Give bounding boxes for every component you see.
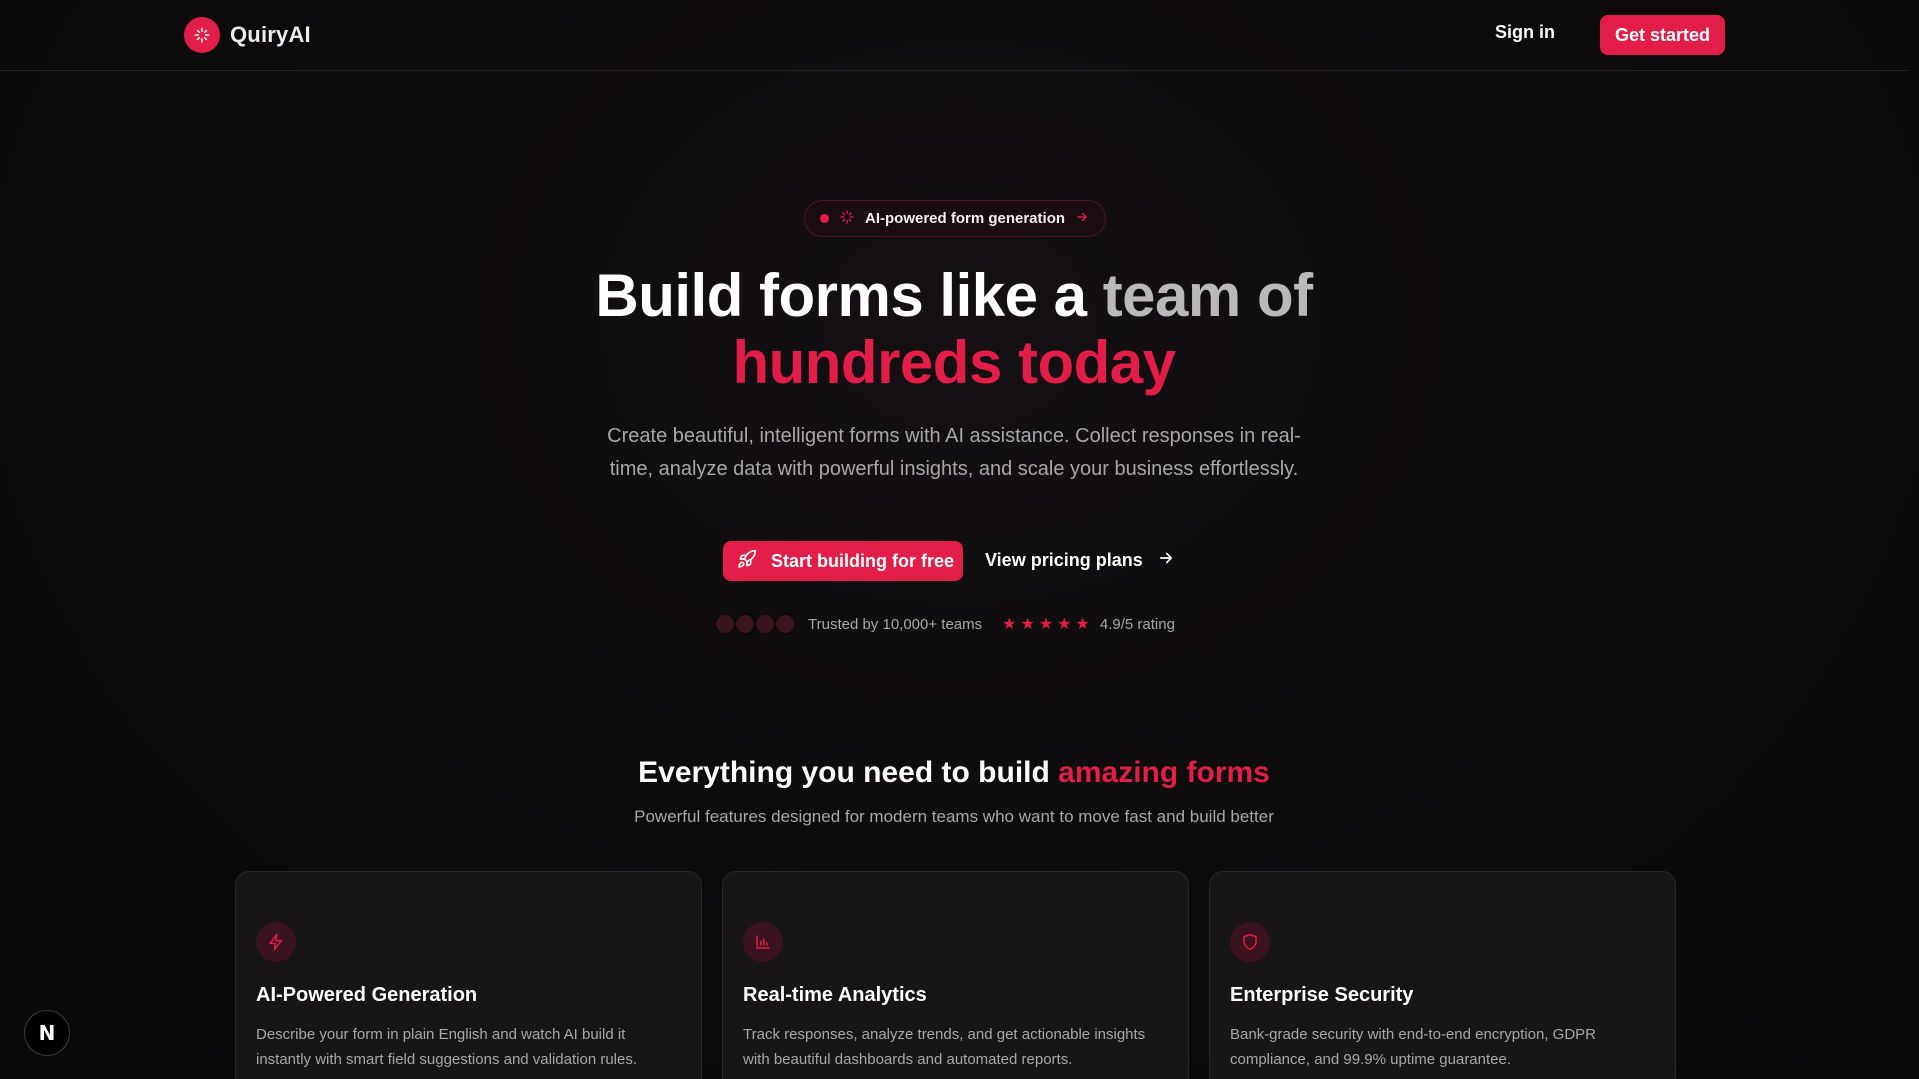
announcement-badge[interactable]: AI-powered form generation — [804, 200, 1106, 237]
star-icon: ★ — [1002, 616, 1017, 633]
avatar — [774, 613, 796, 635]
features-subtitle: Powerful features designed for modern te… — [634, 807, 1274, 826]
start-building-button[interactable]: Start building for free — [723, 541, 963, 581]
feature-card-ai-generation: AI-Powered Generation Describe your form… — [235, 871, 702, 1079]
star-icon: ★ — [1020, 616, 1035, 633]
dev-tools-badge[interactable]: N — [24, 1010, 70, 1056]
features-title: Everything you need to build amazing for… — [0, 756, 1908, 790]
trusted-text: Trusted by 10,000+ teams — [808, 615, 983, 633]
view-pricing-label: View pricing plans — [985, 550, 1143, 570]
star-icon: ★ — [1057, 616, 1072, 633]
brand-name: QuiryAI — [230, 22, 311, 47]
avatar — [754, 613, 776, 635]
bar-chart-icon — [743, 922, 783, 962]
feature-card-title: AI-Powered Generation — [256, 984, 478, 1006]
rocket-icon — [737, 549, 757, 574]
trust-row: Trusted by 10,000+ teams ★ ★ ★ ★ ★ 4.9/5… — [714, 613, 1175, 635]
avatar-stack — [714, 613, 796, 635]
badge-label: AI-powered form generation — [865, 210, 1066, 227]
start-building-label: Start building for free — [771, 550, 955, 571]
view-pricing-link[interactable]: View pricing plans — [985, 549, 1175, 572]
hero-title-fade: team of — [1102, 262, 1313, 329]
feature-card-title: Enterprise Security — [1230, 984, 1414, 1006]
shield-icon — [1230, 922, 1270, 962]
lightning-icon — [256, 922, 296, 962]
signin-link[interactable]: Sign in — [1495, 22, 1555, 43]
hero-title: Build forms like a team of hundreds toda… — [0, 262, 1908, 396]
arrow-right-icon — [1075, 210, 1089, 228]
feature-card-analytics: Real-time Analytics Track responses, ana… — [722, 871, 1189, 1079]
feature-card-title: Real-time Analytics — [743, 984, 927, 1006]
feature-card-security: Enterprise Security Bank-grade security … — [1209, 871, 1676, 1079]
avatar — [734, 613, 756, 635]
hero-title-main: Build forms like a — [595, 262, 1103, 329]
star-icon: ★ — [1038, 616, 1054, 633]
arrow-right-icon — [1157, 549, 1175, 572]
star-rating: ★ ★ ★ ★ ★ — [1002, 614, 1090, 634]
avatar — [714, 613, 736, 635]
top-navbar: QuiryAI Sign in Get started — [0, 0, 1908, 71]
sparkles-icon — [184, 17, 220, 53]
features-title-accent: amazing forms — [1058, 756, 1270, 789]
rating-text: 4.9/5 rating — [1099, 615, 1175, 633]
feature-card-description: Describe your form in plain English and … — [256, 1026, 638, 1068]
features-title-main: Everything you need to build — [638, 756, 1059, 789]
status-dot — [820, 214, 829, 223]
brand-logo[interactable]: QuiryAI — [184, 17, 311, 53]
get-started-button[interactable]: Get started — [1600, 15, 1725, 55]
hero-title-accent: hundreds today — [732, 329, 1176, 396]
star-icon: ★ — [1075, 616, 1090, 633]
sparkles-icon — [839, 209, 855, 229]
feature-card-description: Bank-grade security with end-to-end encr… — [1230, 1026, 1597, 1068]
feature-card-description: Track responses, analyze trends, and get… — [743, 1026, 1146, 1068]
hero-subtitle: Create beautiful, intelligent forms with… — [607, 425, 1301, 480]
